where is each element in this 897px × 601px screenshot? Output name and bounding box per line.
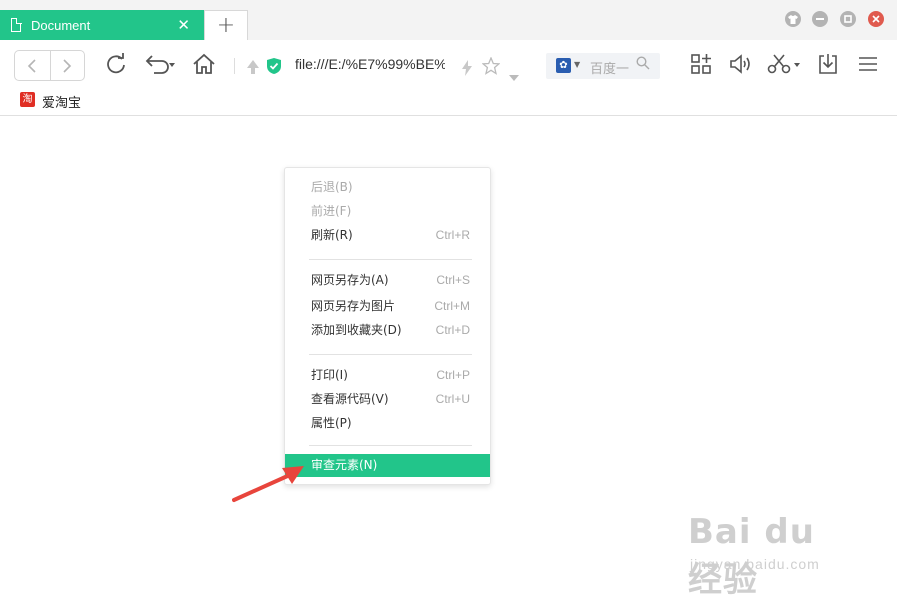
baidu-jingyan-watermark: Bai du 经验 jingyan.baidu.com bbox=[688, 498, 858, 600]
speaker-icon[interactable] bbox=[729, 53, 753, 80]
bookmarks-bar: 淘 爱淘宝 bbox=[0, 88, 897, 116]
menu-item-save-as-image[interactable]: 网页另存为图片 Ctrl+M bbox=[285, 295, 490, 318]
new-tab-button[interactable]: + bbox=[204, 10, 248, 40]
tab-title: Document bbox=[31, 17, 91, 33]
refresh-icon[interactable] bbox=[105, 53, 127, 80]
menu-item-view-source[interactable]: 查看源代码(V) Ctrl+U bbox=[285, 388, 490, 411]
search-input[interactable]: 百度一 bbox=[590, 58, 629, 77]
context-menu: 后退(B) 前进(F) 刷新(R) Ctrl+R 网页另存为(A) Ctrl+S… bbox=[284, 167, 491, 485]
nav-buttons bbox=[14, 50, 85, 81]
maximize-icon[interactable] bbox=[840, 11, 856, 27]
watermark-url: jingyan.baidu.com bbox=[690, 556, 820, 572]
title-bar: Document ✕ + bbox=[0, 0, 897, 40]
url-dropdown-icon[interactable] bbox=[509, 62, 519, 86]
lightning-icon[interactable] bbox=[461, 57, 473, 81]
download-icon[interactable] bbox=[818, 53, 838, 80]
search-icon[interactable] bbox=[636, 56, 650, 74]
search-engine-dropdown-icon[interactable]: ▼ bbox=[574, 60, 580, 69]
minimize-icon[interactable] bbox=[812, 11, 828, 27]
forward-icon bbox=[63, 58, 72, 73]
extensions-icon[interactable] bbox=[690, 53, 712, 80]
taobao-icon[interactable]: 淘 bbox=[20, 92, 35, 107]
menu-item-save-page[interactable]: 网页另存为(A) Ctrl+S bbox=[285, 269, 490, 292]
address-bar-url[interactable]: file:///E:/%E7%99%BE% bbox=[295, 56, 445, 72]
baidu-paw-icon[interactable]: ✿ bbox=[556, 58, 571, 73]
separator bbox=[234, 58, 235, 74]
menu-item-refresh[interactable]: 刷新(R) Ctrl+R bbox=[285, 224, 490, 247]
menu-separator bbox=[309, 445, 472, 446]
scissors-icon[interactable] bbox=[767, 53, 803, 80]
skin-icon[interactable] bbox=[785, 11, 801, 27]
toolbar bbox=[0, 40, 897, 88]
menu-item-forward[interactable]: 前进(F) bbox=[285, 200, 490, 223]
shield-check-icon[interactable] bbox=[266, 56, 282, 80]
back-icon bbox=[28, 58, 36, 73]
back-button[interactable] bbox=[15, 51, 50, 80]
menu-separator bbox=[309, 259, 472, 260]
undo-icon[interactable] bbox=[144, 53, 178, 80]
menu-separator bbox=[309, 354, 472, 355]
document-icon bbox=[11, 17, 22, 32]
tab-document[interactable]: Document ✕ bbox=[0, 10, 204, 40]
security-icon[interactable] bbox=[245, 56, 261, 80]
red-arrow-annotation bbox=[232, 466, 304, 502]
menu-item-properties[interactable]: 属性(P) bbox=[285, 412, 490, 435]
tab-close-icon[interactable]: ✕ bbox=[177, 16, 190, 34]
search-box[interactable]: ✿ ▼ 百度一 bbox=[546, 53, 660, 79]
forward-button[interactable] bbox=[49, 51, 85, 80]
close-window-icon[interactable] bbox=[868, 11, 884, 27]
menu-item-back[interactable]: 后退(B) bbox=[285, 176, 490, 199]
menu-icon[interactable] bbox=[858, 53, 878, 80]
menu-item-print[interactable]: 打印(I) Ctrl+P bbox=[285, 364, 490, 387]
menu-item-inspect-element[interactable]: 审查元素(N) bbox=[285, 454, 490, 477]
star-icon[interactable] bbox=[481, 56, 501, 80]
menu-item-add-favorite[interactable]: 添加到收藏夹(D) Ctrl+D bbox=[285, 319, 490, 342]
home-icon[interactable] bbox=[192, 53, 216, 80]
bookmark-aitaobao[interactable]: 爱淘宝 bbox=[42, 92, 81, 111]
